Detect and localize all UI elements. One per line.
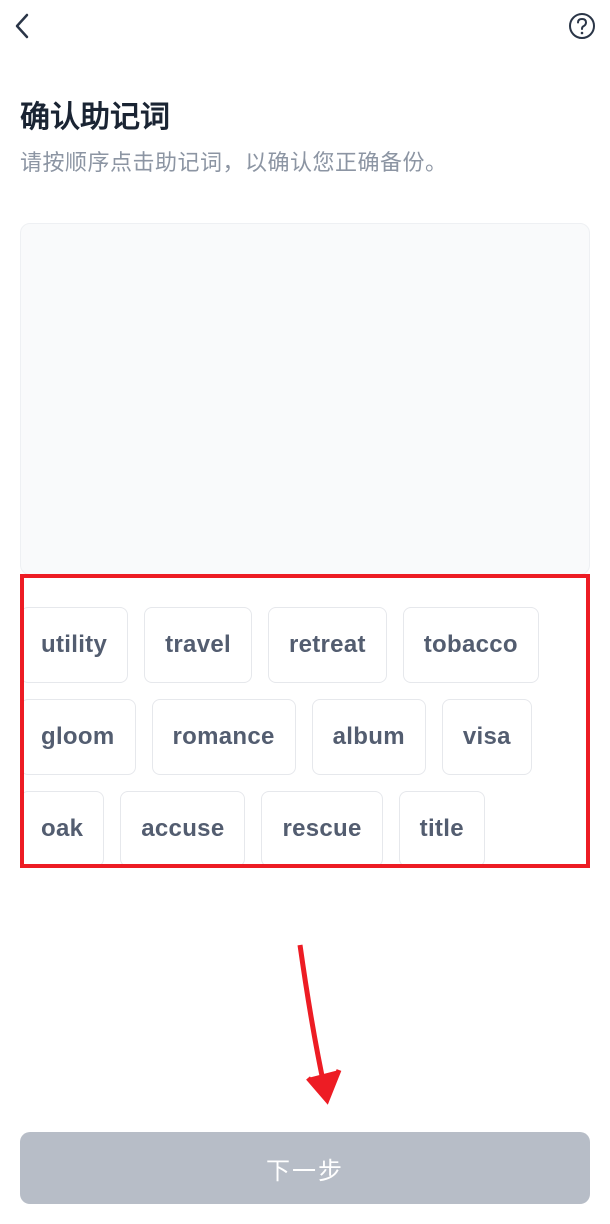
back-button[interactable] [4,8,40,44]
mnemonic-word-chip[interactable]: album [312,699,426,775]
next-button-label: 下一步 [266,1151,344,1186]
mnemonic-word-chip[interactable]: travel [144,607,252,683]
mnemonic-word-pool: utilitytravelretreattobaccogloomromancea… [20,607,590,867]
mnemonic-word-chip[interactable]: oak [20,791,104,867]
annotation-arrow [290,940,350,1120]
mnemonic-word-chip[interactable]: retreat [268,607,387,683]
mnemonic-word-chip[interactable]: utility [20,607,128,683]
mnemonic-word-chip[interactable]: visa [442,699,532,775]
mnemonic-word-chip[interactable]: rescue [261,791,382,867]
mnemonic-word-chip[interactable]: gloom [20,699,136,775]
mnemonic-word-chip[interactable]: romance [152,699,296,775]
mnemonic-word-chip[interactable]: title [399,791,485,867]
chevron-left-icon [12,12,32,40]
help-icon [568,12,596,40]
next-button[interactable]: 下一步 [20,1132,590,1204]
mnemonic-word-chip[interactable]: tobacco [403,607,539,683]
page-subtitle: 请按顺序点击助记词，以确认您正确备份。 [20,146,590,179]
selected-words-area[interactable] [20,223,590,575]
mnemonic-word-chip[interactable]: accuse [120,791,245,867]
help-button[interactable] [564,8,600,44]
page-title: 确认助记词 [20,92,590,136]
